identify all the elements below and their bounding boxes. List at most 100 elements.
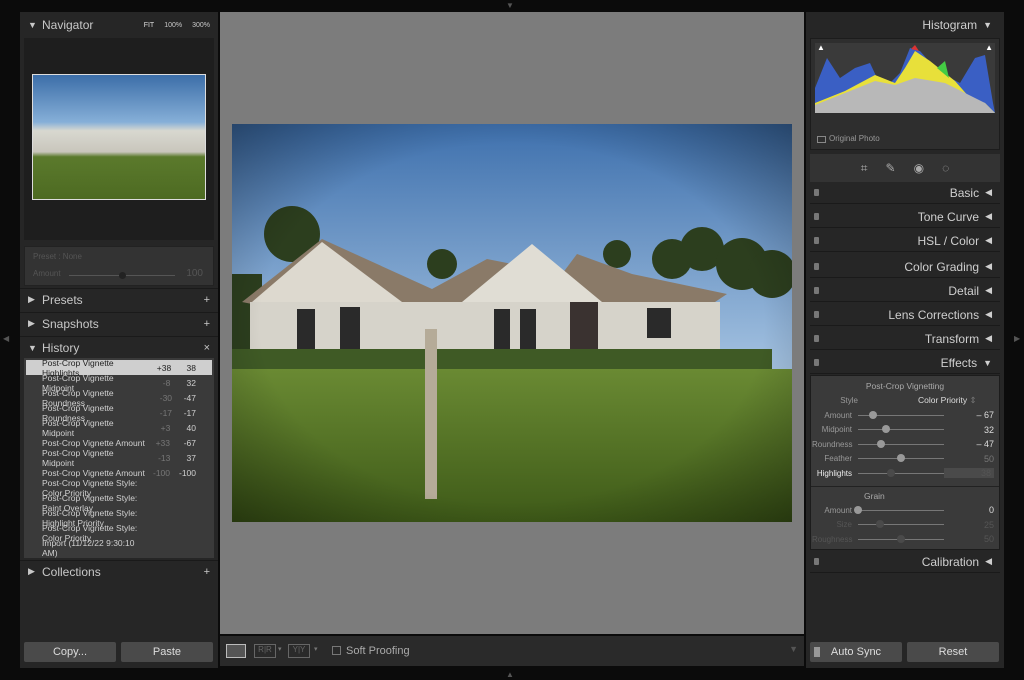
section-toggle-switch[interactable] <box>814 263 819 270</box>
preset-label: Preset : None <box>33 252 82 261</box>
slider-track[interactable] <box>858 534 944 543</box>
reset-button[interactable]: Reset <box>907 642 999 662</box>
sliders-slider-feather[interactable]: Feather 50 <box>812 452 998 466</box>
presets-header[interactable]: ▶ Presets + <box>20 288 218 310</box>
soft-proofing-checkbox[interactable] <box>332 646 341 655</box>
before-after-icon[interactable]: R|R <box>254 644 276 658</box>
grain-slider-amount[interactable]: Amount 0 <box>812 503 998 517</box>
slider-value[interactable]: 32 <box>944 425 994 435</box>
bottom-panel-toggle-icon[interactable]: ▲ <box>506 670 514 679</box>
add-collection-icon[interactable]: + <box>204 566 210 578</box>
crop-icon[interactable]: ⌗ <box>861 161 868 176</box>
top-panel-toggle-icon[interactable]: ▼ <box>506 1 514 10</box>
zoom-300[interactable]: 300% <box>192 22 210 29</box>
before-after-dropdown-icon[interactable]: ▾ <box>278 645 282 653</box>
grain-slider-size[interactable]: Size 25 <box>812 518 998 532</box>
navigator-preview[interactable] <box>24 38 214 240</box>
slider-track[interactable] <box>858 520 944 528</box>
highlight-clipping-icon[interactable]: ▲ <box>985 43 993 52</box>
clear-history-icon[interactable]: × <box>204 342 210 354</box>
amount-slider[interactable] <box>69 272 175 279</box>
slider-track[interactable] <box>858 425 944 433</box>
section-toggle-switch[interactable] <box>814 189 819 196</box>
slider-value[interactable]: 50 <box>944 534 994 544</box>
section-header-effects[interactable]: Effects ▼ <box>810 352 1000 374</box>
slider-thumb[interactable] <box>868 410 877 419</box>
toolbar-menu-icon[interactable]: ▼ <box>789 644 798 654</box>
slider-value[interactable]: – 67 <box>944 410 994 420</box>
sliders-slider-amount[interactable]: Amount – 67 <box>812 408 998 422</box>
history-item[interactable]: Post-Crop Vignette Midpoint +3 40 <box>26 418 212 438</box>
section-header-color-grading[interactable]: Color Grading ◀ <box>810 256 1000 278</box>
slider-thumb[interactable] <box>877 439 886 448</box>
right-panel-toggle-icon[interactable]: ▶ <box>1014 334 1020 343</box>
histogram-graph[interactable] <box>815 43 995 113</box>
paste-button[interactable]: Paste <box>121 642 213 662</box>
slider-thumb[interactable] <box>897 454 905 462</box>
loupe-view-icon[interactable] <box>226 644 246 658</box>
snapshots-header[interactable]: ▶ Snapshots + <box>20 312 218 334</box>
vignetting-title: Post-Crop Vignetting <box>865 381 945 391</box>
before-after-swap-icon[interactable]: Y|Y <box>288 644 310 658</box>
history-item[interactable]: Post-Crop Vignette Midpoint -13 37 <box>26 448 212 468</box>
amount-slider-thumb[interactable] <box>119 272 126 279</box>
slider-thumb[interactable] <box>854 505 862 514</box>
slider-value[interactable]: 25 <box>944 520 994 530</box>
style-label: Style <box>840 396 858 405</box>
section-toggle-switch[interactable] <box>814 558 819 565</box>
section-header-hsl-color[interactable]: HSL / Color ◀ <box>810 230 1000 252</box>
section-header-basic[interactable]: Basic ◀ <box>810 182 1000 204</box>
healing-icon[interactable]: ✎ <box>886 161 896 175</box>
add-snapshot-icon[interactable]: + <box>204 318 210 330</box>
slider-thumb[interactable] <box>886 468 895 477</box>
history-title: History <box>42 340 80 355</box>
section-toggle-switch[interactable] <box>814 237 819 244</box>
style-dropdown[interactable]: Color Priority ⇕ <box>918 395 977 406</box>
navigator-header[interactable]: ▼ Navigator FIT 100% 300% <box>20 14 218 36</box>
slider-value[interactable]: 38 <box>944 468 994 478</box>
history-header[interactable]: ▼ History × <box>20 336 218 358</box>
slider-thumb[interactable] <box>897 534 905 543</box>
collections-header[interactable]: ▶ Collections + <box>20 560 218 582</box>
slider-value[interactable]: – 47 <box>944 439 994 449</box>
sync-toggle-icon[interactable] <box>814 647 820 657</box>
section-toggle-switch[interactable] <box>814 335 819 342</box>
copy-button[interactable]: Copy... <box>24 642 116 662</box>
sliders-slider-highlights[interactable]: Highlights 38 <box>812 466 998 480</box>
slider-thumb[interactable] <box>875 520 884 528</box>
section-header-calibration[interactable]: Calibration ◀ <box>810 551 1000 573</box>
grain-slider-roughness[interactable]: Roughness 50 <box>812 532 998 546</box>
shadow-clipping-icon[interactable]: ▲ <box>817 43 825 52</box>
section-header-tone-curve[interactable]: Tone Curve ◀ <box>810 206 1000 228</box>
section-toggle-switch[interactable] <box>814 311 819 318</box>
masking-icon[interactable]: ◌ <box>942 161 949 175</box>
slider-value[interactable]: 50 <box>944 454 994 464</box>
image-canvas[interactable] <box>220 12 804 634</box>
red-eye-icon[interactable]: ◉ <box>914 161 924 175</box>
zoom-fit[interactable]: FIT <box>144 22 155 29</box>
swap-dropdown-icon[interactable]: ▾ <box>314 645 318 653</box>
zoom-100[interactable]: 100% <box>164 22 182 29</box>
section-toggle-switch[interactable] <box>814 359 819 366</box>
slider-thumb[interactable] <box>881 425 890 433</box>
add-preset-icon[interactable]: + <box>204 294 210 306</box>
amount-label: Amount <box>33 269 61 278</box>
section-header-transform[interactable]: Transform ◀ <box>810 328 1000 350</box>
slider-track[interactable] <box>858 468 944 477</box>
slider-track[interactable] <box>858 439 944 448</box>
sliders-slider-roundness[interactable]: Roundness – 47 <box>812 437 998 451</box>
auto-sync-button[interactable]: Auto Sync <box>810 642 902 662</box>
sliders-slider-midpoint[interactable]: Midpoint 32 <box>812 423 998 437</box>
history-item[interactable]: Import (11/12/22 9:30:10 AM) <box>26 538 212 558</box>
slider-track[interactable] <box>854 505 944 514</box>
left-panel-toggle-icon[interactable]: ◀ <box>3 334 9 343</box>
section-header-detail[interactable]: Detail ◀ <box>810 280 1000 302</box>
section-header-lens-corrections[interactable]: Lens Corrections ◀ <box>810 304 1000 326</box>
section-toggle-switch[interactable] <box>814 213 819 220</box>
histogram-header[interactable]: Histogram ▼ <box>810 14 1000 36</box>
original-photo-checkbox[interactable] <box>817 136 826 143</box>
slider-value[interactable]: 0 <box>944 505 994 515</box>
slider-track[interactable] <box>858 410 944 419</box>
section-toggle-switch[interactable] <box>814 287 819 294</box>
slider-track[interactable] <box>858 454 944 462</box>
